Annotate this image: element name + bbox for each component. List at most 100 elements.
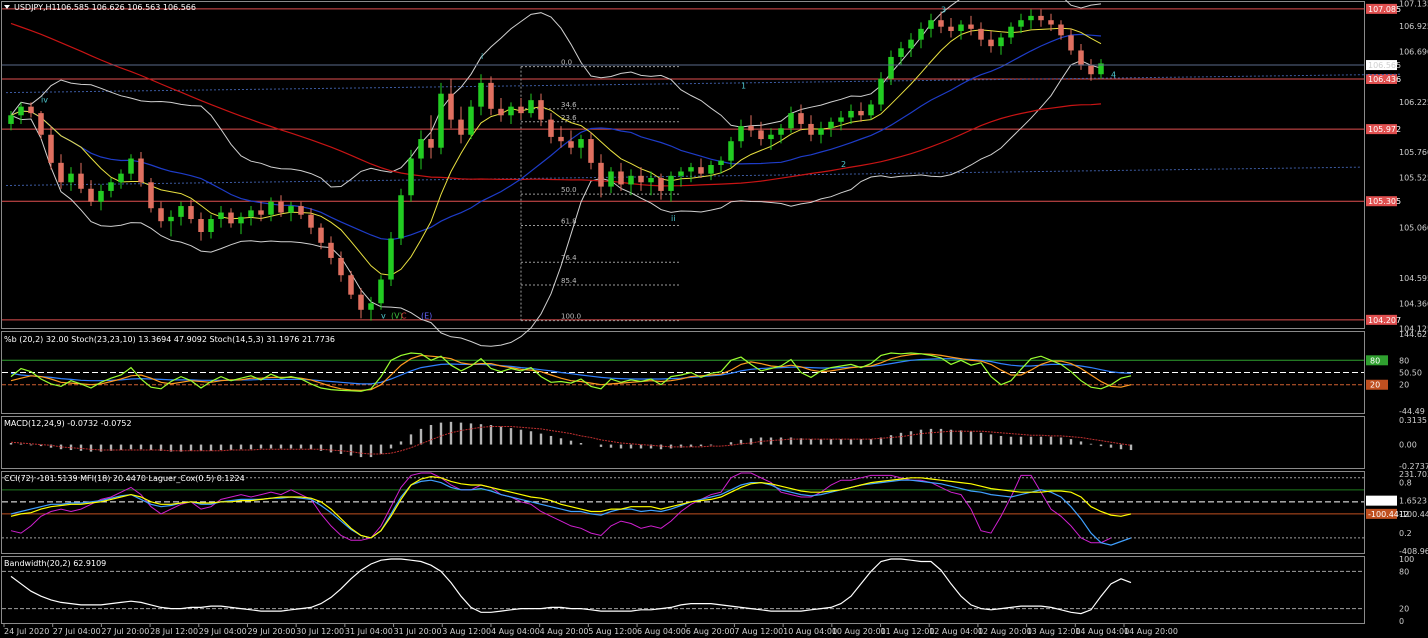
candle-body	[1018, 20, 1024, 27]
candle-body	[198, 219, 204, 232]
trading-chart[interactable]: 107.085106.436105.972105.305104.2070.034…	[0, 0, 1428, 638]
candle-body	[828, 121, 834, 129]
candle-body	[528, 100, 534, 114]
pb-tick: 20	[1399, 381, 1409, 390]
x-tick-label: 31 Jul 04:00	[345, 627, 393, 636]
x-tick-label: 3 Aug 12:00	[442, 627, 491, 636]
candle-body	[758, 130, 764, 140]
candle-body	[248, 210, 254, 217]
candle-body	[688, 167, 694, 172]
candle-body	[1048, 20, 1054, 25]
fib-level-label: 34.6	[561, 101, 577, 109]
candle-body	[138, 158, 144, 183]
macd-tick: 0.00	[1399, 441, 1417, 450]
x-tick-label: 12 Aug 20:00	[978, 627, 1032, 636]
candle-body	[498, 108, 504, 116]
candle-body	[628, 175, 634, 185]
fib-level-label: 85.4	[561, 277, 577, 285]
fib-level-label: 100.0	[561, 313, 581, 321]
price-tick: 104.595	[1399, 274, 1428, 283]
price-tick: 106.225	[1399, 98, 1428, 107]
x-tick-label: 28 Jul 12:00	[150, 627, 198, 636]
cci-badge-label: 1.6523	[1368, 497, 1396, 506]
macd-tick: 0.3135	[1399, 416, 1427, 425]
level-badge-label: 104.207	[1368, 316, 1401, 325]
candle-body	[658, 177, 664, 191]
candle-body	[208, 219, 214, 232]
candle-body	[68, 173, 74, 183]
x-tick-label: 27 Jul 04:00	[53, 627, 101, 636]
candle-body	[488, 82, 494, 109]
pb-tick: 50.50	[1399, 368, 1422, 377]
pb-tick: -44.49	[1399, 407, 1425, 416]
wave-label: 4	[1111, 70, 1116, 79]
candle-body	[1058, 24, 1064, 36]
candle-body	[918, 28, 924, 40]
candle-body	[358, 294, 364, 310]
cci-panel-label: CCI(72) -101.5139 MFI(18) 20.4470 Laguer…	[4, 474, 245, 483]
candle-body	[718, 160, 724, 165]
price-tick: 107.135	[1399, 0, 1428, 8]
bandwidth-panel-label: Bandwidth(20,2) 62.9109	[4, 559, 106, 568]
current-price-label: 106.565	[1368, 61, 1401, 70]
candle-body	[768, 134, 774, 140]
x-tick-label: 6 Aug 20:00	[686, 627, 735, 636]
x-tick-label: 10 Aug 20:00	[832, 627, 886, 636]
candle-body	[788, 113, 794, 129]
candle-body	[98, 190, 104, 202]
wave-label: (E)	[421, 311, 432, 320]
candle-body	[808, 123, 814, 135]
candle-body	[588, 139, 594, 163]
x-tick-label: 31 Jul 20:00	[394, 627, 442, 636]
candle-body	[448, 93, 454, 120]
candle-body	[188, 206, 194, 220]
candle-body	[618, 171, 624, 185]
price-tick: 105.760	[1399, 148, 1428, 157]
candle-body	[508, 106, 514, 116]
candle-body	[1078, 50, 1084, 66]
wave-label: 3	[941, 6, 946, 15]
symbol-title: USDJPY,H1	[14, 3, 57, 12]
level-badge-label: 106.436	[1368, 75, 1401, 84]
candle-body	[178, 206, 184, 217]
candle-body	[58, 162, 64, 183]
macd-panel-label: MACD(12,24,9) -0.0732 -0.0752	[4, 419, 132, 428]
candle-body	[888, 56, 894, 79]
candle-body	[818, 128, 824, 135]
candle-body	[638, 175, 644, 183]
candle-body	[298, 206, 304, 215]
candle-body	[1068, 35, 1074, 51]
x-tick-label: 4 Aug 20:00	[540, 627, 589, 636]
wave-label: 2	[841, 160, 846, 169]
bandwidth-tick: 100	[1399, 555, 1414, 564]
candle-body	[708, 165, 714, 174]
candle-body	[678, 171, 684, 176]
candle-body	[898, 48, 904, 57]
candle-body	[728, 141, 734, 161]
candle-body	[698, 167, 704, 174]
x-tick-label: 29 Jul 20:00	[247, 627, 295, 636]
cci-badge-label: -100.4412	[1368, 510, 1409, 519]
candle-body	[458, 119, 464, 135]
wave-label: 1	[741, 81, 746, 90]
pb-panel-label: %b (20,2) 32.00 Stoch(23,23,10) 13.3694 …	[4, 335, 335, 344]
candle-body	[1008, 26, 1014, 38]
price-tick: 104.360	[1399, 299, 1428, 308]
candle-body	[838, 117, 844, 122]
fib-level-label: 23.6	[561, 114, 577, 122]
x-tick-label: 7 Aug 12:00	[734, 627, 783, 636]
wave-label: iv	[41, 95, 48, 104]
candle-body	[318, 227, 324, 243]
candle-body	[478, 82, 484, 107]
candle-body	[738, 126, 744, 142]
candle-body	[548, 119, 554, 137]
candle-body	[938, 20, 944, 27]
candle-body	[388, 238, 394, 280]
candle-body	[858, 110, 864, 116]
candle-body	[468, 106, 474, 135]
candle-body	[558, 136, 564, 142]
x-tick-label: 12 Aug 04:00	[929, 627, 983, 636]
level-badge-label: 107.085	[1368, 5, 1401, 14]
wave-label: ii	[671, 214, 675, 223]
price-tick: 105.525	[1399, 173, 1428, 182]
